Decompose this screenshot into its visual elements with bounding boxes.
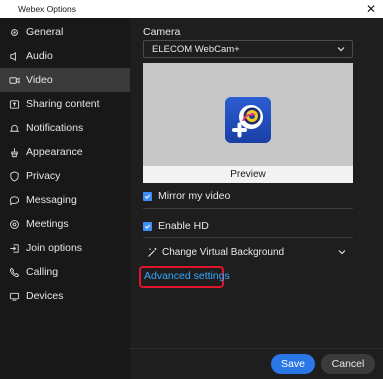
sidebar-item-calling[interactable]: Calling xyxy=(0,260,130,284)
virtual-background-dropdown[interactable]: Change Virtual Background xyxy=(143,244,353,260)
speaker-icon xyxy=(8,50,21,63)
sidebar-item-label: Video xyxy=(26,74,53,86)
cancel-button[interactable]: Cancel xyxy=(321,354,375,374)
sidebar-item-label: Calling xyxy=(26,266,59,278)
close-icon[interactable]: ✕ xyxy=(363,1,379,17)
enable-hd-label: Enable HD xyxy=(158,220,209,232)
sidebar-item-meetings[interactable]: Meetings xyxy=(0,212,130,236)
checkbox-checked-icon xyxy=(143,221,152,231)
sidebar-item-sharing-content[interactable]: Sharing content xyxy=(0,92,130,116)
divider xyxy=(143,208,353,209)
save-button[interactable]: Save xyxy=(271,354,315,374)
video-icon xyxy=(8,74,21,87)
sidebar: General Audio Video Sharing content Noti… xyxy=(0,18,130,379)
join-icon xyxy=(8,242,21,255)
sidebar-item-messaging[interactable]: Messaging xyxy=(0,188,130,212)
sidebar-item-appearance[interactable]: Appearance xyxy=(0,140,130,164)
mirror-video-label: Mirror my video xyxy=(158,190,231,202)
sidebar-item-label: Privacy xyxy=(26,170,61,182)
divider xyxy=(143,237,353,238)
sidebar-item-label: Messaging xyxy=(26,194,77,206)
sidebar-item-label: Join options xyxy=(26,242,83,254)
phone-icon xyxy=(8,266,21,279)
meetings-icon xyxy=(8,218,21,231)
advanced-settings-link[interactable]: Advanced settings xyxy=(144,270,230,282)
webex-app-icon xyxy=(225,97,271,143)
sidebar-item-label: General xyxy=(26,26,64,38)
video-settings-panel: Camera ELECOM WebCam+ Preview Mirror my … xyxy=(130,18,383,379)
sidebar-item-general[interactable]: General xyxy=(0,20,130,44)
chevron-down-icon xyxy=(337,47,345,52)
brush-icon xyxy=(8,146,21,159)
share-icon xyxy=(8,98,21,111)
devices-icon xyxy=(8,290,21,303)
camera-select[interactable]: ELECOM WebCam+ xyxy=(143,40,353,58)
sidebar-item-label: Sharing content xyxy=(26,98,100,110)
sidebar-item-notifications[interactable]: Notifications xyxy=(0,116,130,140)
sidebar-item-label: Appearance xyxy=(26,146,83,158)
sidebar-item-label: Notifications xyxy=(26,122,84,134)
sidebar-item-label: Audio xyxy=(26,50,53,62)
checkbox-checked-icon xyxy=(143,191,152,201)
sidebar-item-label: Devices xyxy=(26,290,64,302)
bell-icon xyxy=(8,122,21,135)
sidebar-item-label: Meetings xyxy=(26,218,69,230)
magic-wand-icon xyxy=(148,247,157,257)
chat-icon xyxy=(8,194,21,207)
gear-icon xyxy=(8,26,21,39)
camera-preview xyxy=(143,63,353,183)
sidebar-item-video[interactable]: Video xyxy=(0,68,130,92)
camera-select-value: ELECOM WebCam+ xyxy=(152,43,240,55)
enable-hd-checkbox[interactable]: Enable HD xyxy=(143,220,209,232)
sidebar-item-devices[interactable]: Devices xyxy=(0,284,130,308)
mirror-video-checkbox[interactable]: Mirror my video xyxy=(143,190,230,202)
sidebar-item-audio[interactable]: Audio xyxy=(0,44,130,68)
camera-section-title: Camera xyxy=(143,26,181,38)
virtual-background-label: Change Virtual Background xyxy=(162,246,285,258)
preview-button[interactable]: Preview xyxy=(143,166,353,183)
chevron-down-icon xyxy=(338,250,346,255)
sidebar-item-join-options[interactable]: Join options xyxy=(0,236,130,260)
sidebar-item-privacy[interactable]: Privacy xyxy=(0,164,130,188)
title-bar: Webex Options ✕ xyxy=(0,0,383,18)
window-title: Webex Options xyxy=(18,4,76,14)
shield-icon xyxy=(8,170,21,183)
footer-divider xyxy=(130,348,383,349)
